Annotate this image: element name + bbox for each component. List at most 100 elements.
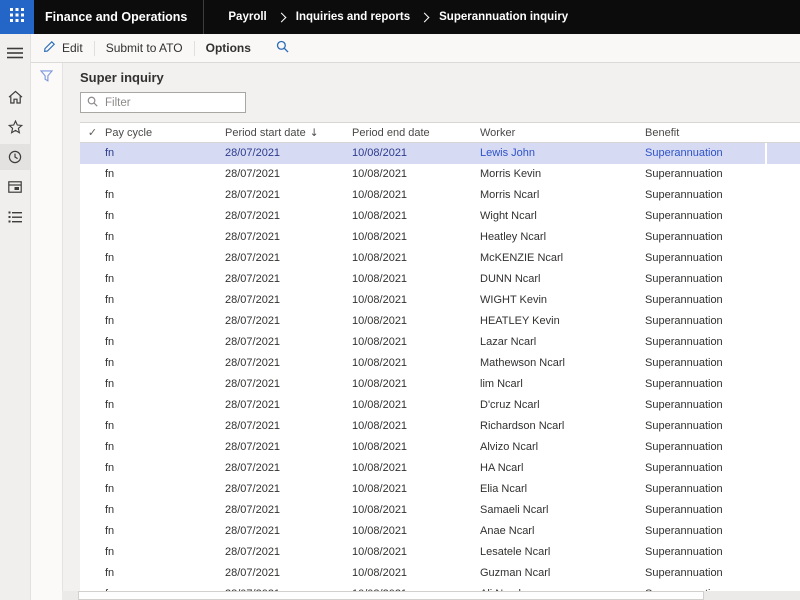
breadcrumb-section[interactable]: Inquiries and reports (296, 11, 410, 23)
cell-worker[interactable]: Mathewson Ncarl (480, 353, 645, 374)
table-row[interactable]: fn28/07/202110/08/2021Alvizo NcarlSupera… (80, 437, 800, 458)
cell-worker[interactable]: Wight Ncarl (480, 206, 645, 227)
edit-button[interactable]: Edit (32, 34, 94, 62)
breadcrumb-module[interactable]: Payroll (228, 11, 266, 23)
cell-worker[interactable]: Lewis John (480, 143, 645, 164)
cell-worker[interactable]: Lesatele Ncarl (480, 542, 645, 563)
cell-worker[interactable]: Richardson Ncarl (480, 416, 645, 437)
table-row[interactable]: fn28/07/202110/08/2021Wight NcarlSuperan… (80, 206, 800, 227)
cell-benefit[interactable]: Superannuation (645, 290, 765, 311)
cell-benefit[interactable]: Superannuation (645, 521, 765, 542)
cell-worker[interactable]: DUNN Ncarl (480, 269, 645, 290)
cell-worker[interactable]: Elia Ncarl (480, 479, 645, 500)
table-row[interactable]: fn28/07/202110/08/2021Lazar NcarlSuperan… (80, 332, 800, 353)
cell-benefit[interactable]: Superannuation (645, 500, 765, 521)
cell-worker[interactable]: Guzman Ncarl (480, 563, 645, 584)
cell-worker[interactable]: D'cruz Ncarl (480, 395, 645, 416)
cell-worker[interactable]: Alvizo Ncarl (480, 437, 645, 458)
cell-worker[interactable]: Ali Ncarl (480, 584, 645, 591)
submit-to-ato-button[interactable]: Submit to ATO (95, 34, 194, 62)
cell-worker[interactable]: HEATLEY Kevin (480, 311, 645, 332)
table-row[interactable]: fn28/07/202110/08/2021Lesatele NcarlSupe… (80, 542, 800, 563)
product-name[interactable]: Finance and Operations (34, 10, 203, 24)
breadcrumb-page[interactable]: Superannuation inquiry (439, 11, 568, 23)
column-header-pay-cycle[interactable]: Pay cycle (105, 127, 225, 139)
cell-benefit[interactable]: Superannuation (645, 374, 765, 395)
cell-benefit[interactable]: Superannuation (645, 185, 765, 206)
cell-worker[interactable]: WIGHT Kevin (480, 290, 645, 311)
cell-benefit[interactable]: Superannuation (645, 164, 765, 185)
cell-benefit[interactable]: Superannuation (645, 458, 765, 479)
table-row[interactable]: fn28/07/202110/08/2021Heatley NcarlSuper… (80, 227, 800, 248)
table-row[interactable]: fn28/07/202110/08/2021Samaeli NcarlSuper… (80, 500, 800, 521)
table-row[interactable]: fn28/07/202110/08/2021Lewis JohnSuperann… (80, 143, 800, 164)
cell-period-start-date: 28/07/2021 (225, 311, 352, 332)
table-row[interactable]: fn28/07/202110/08/2021Guzman NcarlSupera… (80, 563, 800, 584)
column-header-worker[interactable]: Worker (480, 127, 645, 139)
cell-benefit[interactable]: Superannuation (645, 206, 765, 227)
horizontal-scrollbar-thumb[interactable] (78, 591, 704, 600)
table-row[interactable]: fn28/07/202110/08/2021HEATLEY KevinSuper… (80, 311, 800, 332)
cell-benefit[interactable]: Superannuation (645, 437, 765, 458)
table-row[interactable]: fn28/07/202110/08/2021WIGHT KevinSuperan… (80, 290, 800, 311)
cell-benefit[interactable]: Superannuation (645, 584, 765, 591)
cell-benefit[interactable]: Superannuation (645, 479, 765, 500)
filter-input[interactable] (103, 96, 239, 110)
table-row[interactable]: fn28/07/202110/08/2021Morris NcarlSupera… (80, 185, 800, 206)
table-row[interactable]: fn28/07/202110/08/2021Anae NcarlSuperann… (80, 521, 800, 542)
cell-benefit[interactable]: Superannuation (645, 269, 765, 290)
cell-worker[interactable]: McKENZIE Ncarl (480, 248, 645, 269)
cell-worker[interactable]: Anae Ncarl (480, 521, 645, 542)
cell-worker[interactable]: Samaeli Ncarl (480, 500, 645, 521)
options-tab[interactable]: Options (195, 34, 262, 62)
cell-worker[interactable]: Morris Kevin (480, 164, 645, 185)
cell-period-end-date: 10/08/2021 (352, 311, 480, 332)
column-header-benefit[interactable]: Benefit (645, 127, 765, 139)
cell-benefit[interactable]: Superannuation (645, 353, 765, 374)
table-row[interactable]: fn28/07/202110/08/2021Elia NcarlSuperann… (80, 479, 800, 500)
cell-benefit[interactable]: Superannuation (645, 332, 765, 353)
cell-period-end-date: 10/08/2021 (352, 479, 480, 500)
cell-benefit[interactable]: Superannuation (645, 248, 765, 269)
sidebar-item-favorites[interactable] (0, 114, 30, 140)
hamburger-menu-button[interactable] (0, 40, 30, 66)
table-row[interactable]: fn28/07/202110/08/2021HA NcarlSuperannua… (80, 458, 800, 479)
sidebar-item-modules[interactable] (0, 204, 30, 230)
column-header-period-start-date[interactable]: Period start date↓ (225, 127, 352, 139)
toolbar-search-button[interactable] (262, 34, 300, 62)
sidebar-item-recent[interactable] (0, 144, 30, 170)
table-row[interactable]: fn28/07/202110/08/2021McKENZIE NcarlSupe… (80, 248, 800, 269)
cell-worker[interactable]: HA Ncarl (480, 458, 645, 479)
table-row[interactable]: fn28/07/202110/08/2021Mathewson NcarlSup… (80, 353, 800, 374)
cell-worker[interactable]: Morris Ncarl (480, 185, 645, 206)
filter-pane-toggle[interactable] (30, 64, 62, 92)
cell-benefit[interactable]: Superannuation (645, 227, 765, 248)
cell-period-start-date: 28/07/2021 (225, 332, 352, 353)
table-row[interactable]: fn28/07/202110/08/2021Richardson NcarlSu… (80, 416, 800, 437)
horizontal-scrollbar-track[interactable] (62, 591, 800, 600)
select-all-checkbox[interactable]: ✓ (80, 126, 105, 139)
search-icon (87, 94, 98, 112)
sidebar-item-home[interactable] (0, 84, 30, 110)
cell-pay-cycle: fn (105, 437, 225, 458)
table-row[interactable]: fn28/07/202110/08/2021D'cruz NcarlSupera… (80, 395, 800, 416)
cell-worker[interactable]: lim Ncarl (480, 374, 645, 395)
column-header-period-end-date[interactable]: Period end date (352, 127, 480, 139)
cell-benefit[interactable]: Superannuation (645, 311, 765, 332)
cell-worker[interactable]: Heatley Ncarl (480, 227, 645, 248)
app-launcher-button[interactable] (0, 0, 34, 34)
cell-benefit[interactable]: Superannuation (645, 542, 765, 563)
grid-filter-field[interactable] (80, 92, 246, 113)
sidebar-item-workspaces[interactable] (0, 174, 30, 200)
table-row[interactable]: fn28/07/202110/08/2021lim NcarlSuperannu… (80, 374, 800, 395)
table-row[interactable]: fn28/07/202110/08/2021Ali NcarlSuperannu… (80, 584, 800, 591)
cell-benefit[interactable]: Superannuation (645, 395, 765, 416)
table-row[interactable]: fn28/07/202110/08/2021Morris KevinSupera… (80, 164, 800, 185)
cell-benefit[interactable]: Superannuation (645, 416, 765, 437)
cell-pay-cycle: fn (105, 479, 225, 500)
table-row[interactable]: fn28/07/202110/08/2021DUNN NcarlSuperann… (80, 269, 800, 290)
cell-worker[interactable]: Lazar Ncarl (480, 332, 645, 353)
cell-benefit[interactable]: Superannuation (645, 563, 765, 584)
cell-benefit[interactable]: Superannuation (645, 143, 765, 164)
cell-row-selector (80, 395, 105, 416)
